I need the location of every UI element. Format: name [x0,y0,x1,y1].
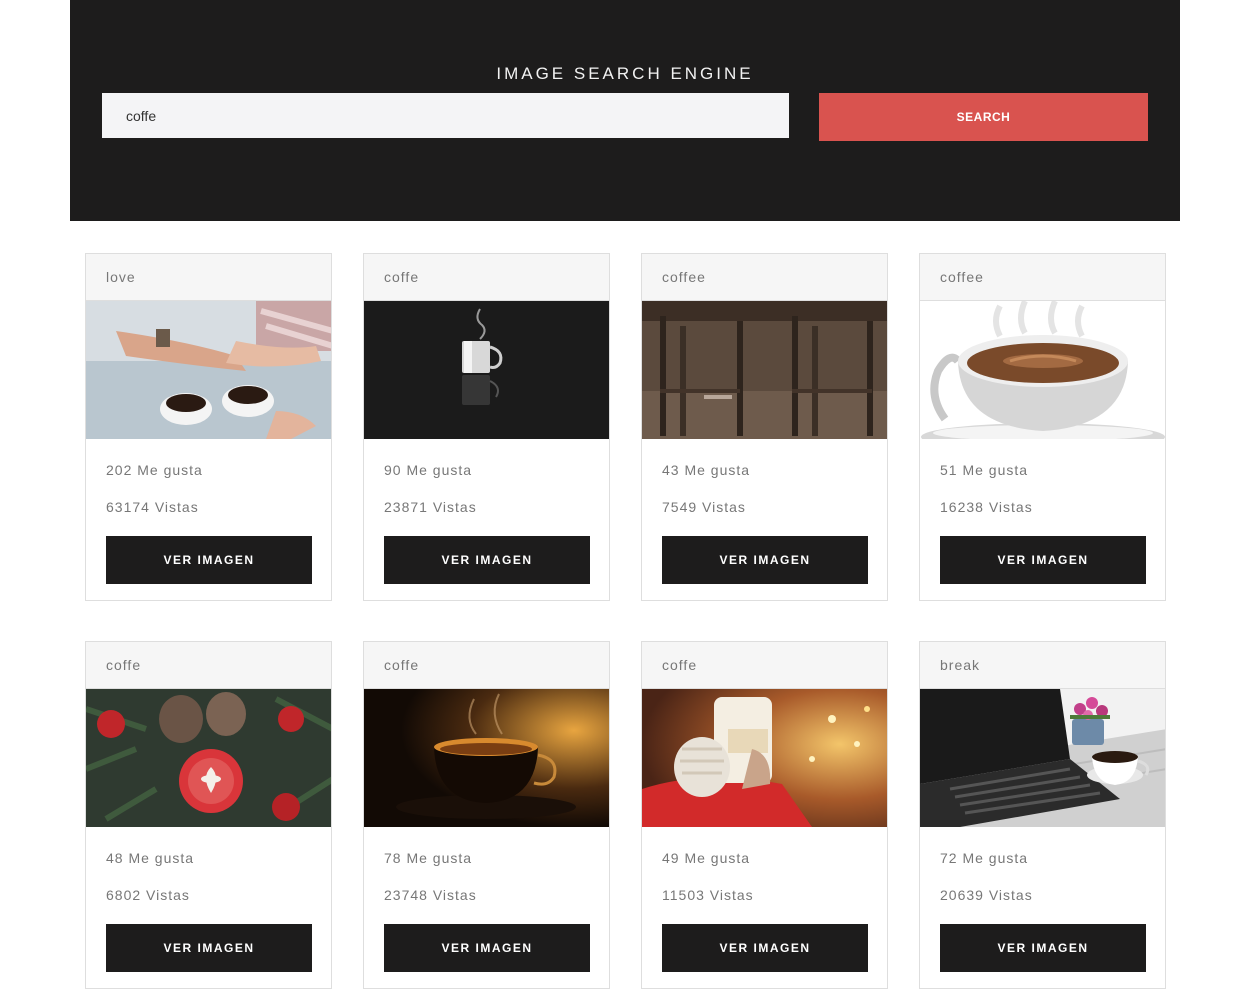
view-image-button[interactable]: VER IMAGEN [384,924,590,972]
view-image-button[interactable]: VER IMAGEN [662,924,868,972]
view-image-button[interactable]: VER IMAGEN [106,924,312,972]
result-card: coffe 49 Me gusta 11503 Vistas VER IMAGE… [641,641,888,989]
result-card: coffee 43 Me gusta 7549 Vistas VER IMAGE… [641,253,888,601]
view-image-button[interactable]: VER IMAGEN [384,536,590,584]
result-card: love 202 Me gusta 63174 Vistas VER IMAGE… [85,253,332,601]
search-input[interactable] [102,93,789,138]
card-tag: break [920,642,1165,689]
result-card: break 72 Me gusta 20639 Vistas VER IMAGE… [919,641,1166,989]
views-count: 7549 Vistas [662,499,746,515]
card-image[interactable] [86,689,331,827]
page-title: IMAGE SEARCH ENGINE [496,64,754,83]
likes-count: 202 Me gusta [106,462,203,478]
views-count: 63174 Vistas [106,499,199,515]
view-image-button[interactable]: VER IMAGEN [662,536,868,584]
likes-count: 49 Me gusta [662,850,751,866]
card-tag: coffe [86,642,331,689]
likes-count: 72 Me gusta [940,850,1029,866]
view-image-button[interactable]: VER IMAGEN [106,536,312,584]
card-tag: coffe [642,642,887,689]
card-tag: coffee [920,254,1165,301]
card-tag: love [86,254,331,301]
results-grid: love 202 Me gusta 63174 Vistas VER IMAGE… [85,253,1166,989]
card-image[interactable] [920,301,1165,439]
view-image-button[interactable]: VER IMAGEN [940,924,1146,972]
card-tag: coffee [642,254,887,301]
card-image[interactable] [642,689,887,827]
views-count: 23871 Vistas [384,499,477,515]
card-image[interactable] [364,689,609,827]
views-count: 6802 Vistas [106,887,190,903]
likes-count: 51 Me gusta [940,462,1029,478]
views-count: 16238 Vistas [940,499,1033,515]
likes-count: 48 Me gusta [106,850,195,866]
likes-count: 90 Me gusta [384,462,473,478]
card-image[interactable] [86,301,331,439]
search-header: IMAGE SEARCH ENGINE SEARCH [70,0,1180,221]
views-count: 23748 Vistas [384,887,477,903]
result-card: coffee 51 Me gusta 16238 Vistas VER IMAG… [919,253,1166,601]
result-card: coffe 90 Me gusta 23871 Vistas VER IMAGE… [363,253,610,601]
card-image[interactable] [642,301,887,439]
views-count: 20639 Vistas [940,887,1033,903]
likes-count: 78 Me gusta [384,850,473,866]
card-image[interactable] [920,689,1165,827]
search-button[interactable]: SEARCH [819,93,1148,141]
result-card: coffe 78 Me gusta 23748 Vistas VER IMAGE… [363,641,610,989]
card-tag: coffe [364,254,609,301]
likes-count: 43 Me gusta [662,462,751,478]
result-card: coffe 48 Me gusta 6802 Vistas VER IMAGEN [85,641,332,989]
view-image-button[interactable]: VER IMAGEN [940,536,1146,584]
card-tag: coffe [364,642,609,689]
card-image[interactable] [364,301,609,439]
views-count: 11503 Vistas [662,887,754,903]
